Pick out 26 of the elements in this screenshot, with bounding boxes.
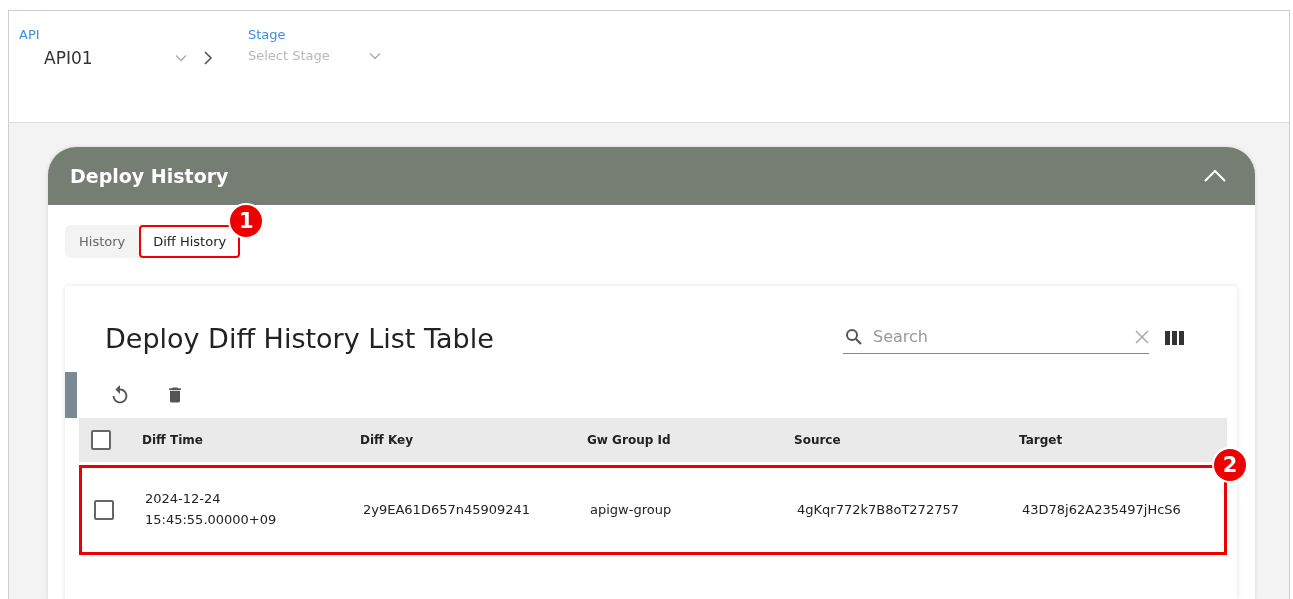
column-header: Diff Key xyxy=(360,433,415,447)
callout-badge: 1 xyxy=(230,205,263,237)
api-select[interactable]: API01 xyxy=(19,48,174,68)
checkbox[interactable] xyxy=(94,500,114,520)
column-header: Gw Group Id xyxy=(587,433,672,447)
column-header: Target xyxy=(1019,433,1064,447)
search-icon xyxy=(845,327,863,346)
panel-title: Deploy History xyxy=(70,165,229,187)
callout-badge: 2 xyxy=(1214,449,1246,481)
table-cell-text: 43D78j62A235497jHcS6 xyxy=(1022,500,1182,519)
collapse-button[interactable] xyxy=(1203,168,1227,184)
stage-label: Stage xyxy=(247,27,287,42)
tab[interactable]: Diff History xyxy=(139,225,241,258)
table-title: Deploy Diff History List Table xyxy=(105,322,494,354)
tab[interactable]: History xyxy=(65,225,140,258)
chevron-right-icon xyxy=(202,50,214,66)
columns-icon[interactable] xyxy=(1165,330,1185,346)
checkbox[interactable] xyxy=(91,430,111,450)
table-cell-text: 2024-12-24 15:45:55.00000+09 xyxy=(145,490,278,529)
api-label: API xyxy=(19,27,41,42)
column-header: Source xyxy=(794,433,842,447)
table-cell-text: 2y9EA61D657n45909241 xyxy=(363,500,532,519)
table-cell-text: apigw-group xyxy=(590,500,673,519)
column-header: Diff Time xyxy=(142,433,204,447)
toolbar-accent xyxy=(65,372,77,418)
table-cell-text: 4gKqr772k7B8oT272757 xyxy=(797,500,960,519)
